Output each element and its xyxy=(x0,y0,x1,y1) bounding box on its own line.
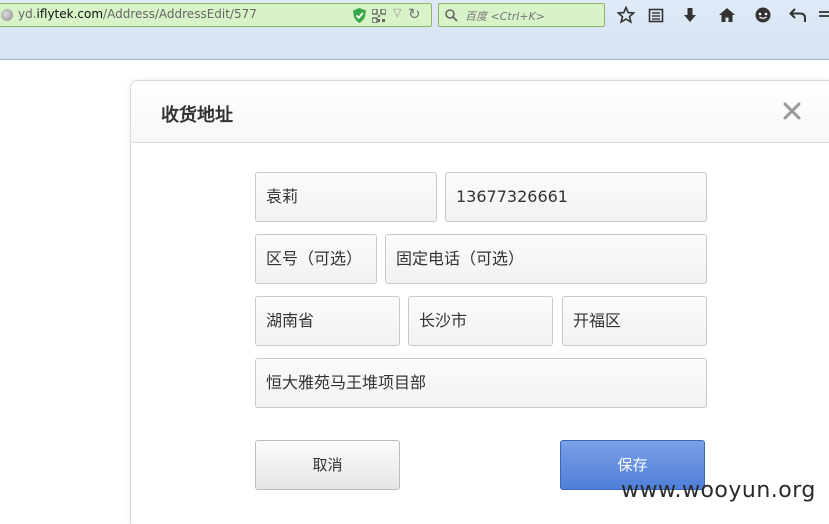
landline-input[interactable]: 固定电话（可选） xyxy=(385,234,707,284)
modal-header: 收货地址 xyxy=(131,81,829,143)
home-icon[interactable] xyxy=(717,5,737,25)
url-text[interactable]: yd.iflytek.com/Address/AddressEdit/577 xyxy=(18,7,257,21)
close-icon[interactable] xyxy=(782,101,802,121)
url-path: /Address/AddressEdit/577 xyxy=(103,7,257,21)
download-icon[interactable] xyxy=(680,5,700,25)
province-select[interactable]: 湖南省 xyxy=(255,296,400,346)
cancel-button[interactable]: 取消 xyxy=(255,440,400,490)
url-domain: iflytek.com xyxy=(36,7,104,21)
bookmarks-list-icon[interactable] xyxy=(646,5,666,25)
shield-icon[interactable] xyxy=(353,8,366,23)
chat-icon[interactable] xyxy=(753,5,773,25)
name-input[interactable]: 袁莉 xyxy=(255,172,437,222)
search-bar[interactable]: 百度 <Ctrl+K> xyxy=(438,3,605,27)
url-prefix: yd. xyxy=(18,7,37,21)
globe-icon xyxy=(1,9,13,21)
browser-toolbar: yd.iflytek.com/Address/AddressEdit/577 ▽… xyxy=(0,0,829,60)
watermark: www.wooyun.org xyxy=(621,478,816,503)
mobile-input[interactable]: 13677326661 xyxy=(445,172,707,222)
district-select[interactable]: 开福区 xyxy=(562,296,707,346)
url-bar[interactable]: yd.iflytek.com/Address/AddressEdit/577 ▽… xyxy=(0,3,432,27)
address-input[interactable]: 恒大雅苑马王堆项目部 xyxy=(255,358,707,408)
modal-title: 收货地址 xyxy=(161,105,233,126)
city-select[interactable]: 长沙市 xyxy=(408,296,553,346)
undo-icon[interactable] xyxy=(788,5,808,25)
search-icon xyxy=(445,9,458,22)
bookmark-star-icon[interactable] xyxy=(616,5,636,25)
reload-icon[interactable]: ↻ xyxy=(408,5,421,23)
qr-code-icon[interactable] xyxy=(372,9,386,23)
search-placeholder: 百度 <Ctrl+K> xyxy=(465,10,545,23)
address-modal: 收货地址 袁莉 13677326661 区号（可选） 固定电话（可选） 湖南省 … xyxy=(130,80,829,524)
dropdown-arrow-icon[interactable]: ▽ xyxy=(393,6,401,19)
menu-icon[interactable] xyxy=(814,5,829,25)
area-code-input[interactable]: 区号（可选） xyxy=(255,234,377,284)
